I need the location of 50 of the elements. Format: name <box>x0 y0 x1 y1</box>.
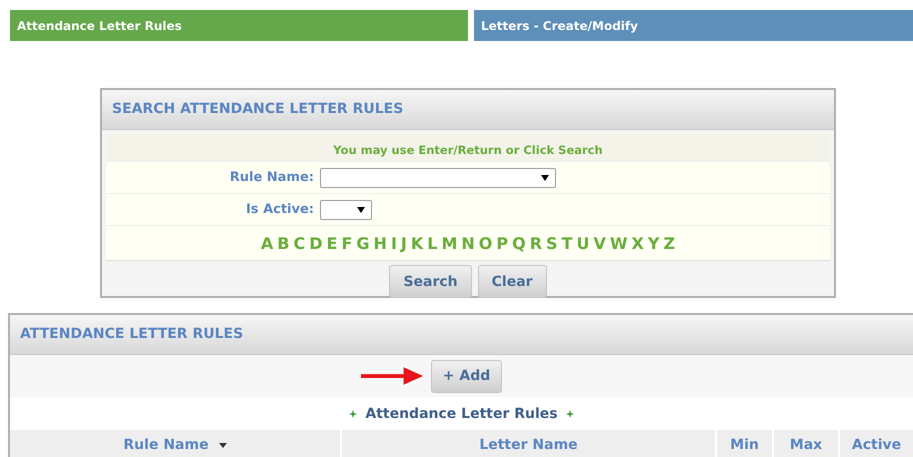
column-header[interactable]: Min <box>717 430 772 457</box>
letter-link[interactable]: P <box>496 234 508 252</box>
letter-link[interactable]: E <box>326 234 338 252</box>
panel-title: ATTENDANCE LETTER RULES <box>20 326 244 342</box>
letter-link[interactable]: S <box>546 234 558 252</box>
sort-caret-icon <box>218 442 227 448</box>
letter-link[interactable]: L <box>427 234 438 252</box>
dropdown-field[interactable] <box>320 200 372 220</box>
caret-icon <box>357 206 365 212</box>
letter-link[interactable]: Q <box>512 234 526 252</box>
field-label: Is Active: <box>244 202 315 217</box>
letter-link[interactable]: R <box>530 234 542 252</box>
letter-link[interactable]: G <box>356 234 370 252</box>
letter-link[interactable]: V <box>594 234 606 252</box>
letter-link[interactable]: W <box>610 234 628 252</box>
letter-link[interactable]: O <box>478 234 492 252</box>
letter-link[interactable]: A <box>260 234 274 252</box>
letter-link[interactable]: J <box>400 234 407 252</box>
letter-link[interactable]: K <box>410 234 424 252</box>
caret-icon <box>541 174 549 180</box>
column-header[interactable]: Max <box>774 430 838 457</box>
letter-link[interactable]: C <box>294 234 306 252</box>
sparkle-icon <box>349 410 358 418</box>
tab[interactable]: Attendance Letter Rules <box>10 10 468 41</box>
letter-link[interactable]: N <box>461 234 475 252</box>
sparkle-icon <box>566 410 574 418</box>
letter-link[interactable]: D <box>309 234 323 252</box>
column-header[interactable]: Letter Name <box>342 430 715 457</box>
letter-link[interactable]: X <box>632 234 644 252</box>
tab[interactable]: Letters - Create/Modify <box>474 10 913 41</box>
field-label: Rule Name: <box>228 170 315 185</box>
letter-link[interactable]: M <box>441 234 458 252</box>
pointer-arrow <box>360 365 423 387</box>
action-button[interactable]: Clear <box>478 265 547 298</box>
letter-link[interactable]: H <box>374 234 387 252</box>
letter-link[interactable]: B <box>277 234 290 252</box>
table-title: Attendance Letter Rules <box>365 406 558 422</box>
letter-link[interactable]: Y <box>648 234 660 252</box>
hint-text: You may use Enter/Return or Click Search <box>333 143 603 157</box>
add-button[interactable]: + Add <box>430 360 502 392</box>
letter-link[interactable]: I <box>390 234 397 252</box>
letter-link[interactable]: U <box>576 234 590 252</box>
letter-link[interactable]: F <box>341 234 352 252</box>
panel-title: SEARCH ATTENDANCE LETTER RULES <box>112 101 404 117</box>
letter-link[interactable]: Z <box>663 234 676 252</box>
dropdown-field[interactable] <box>320 168 556 188</box>
letter-link[interactable]: T <box>562 234 572 252</box>
action-button[interactable]: Search <box>389 265 472 298</box>
column-header[interactable]: Rule Name <box>10 430 340 457</box>
column-header[interactable]: Active <box>840 430 913 457</box>
